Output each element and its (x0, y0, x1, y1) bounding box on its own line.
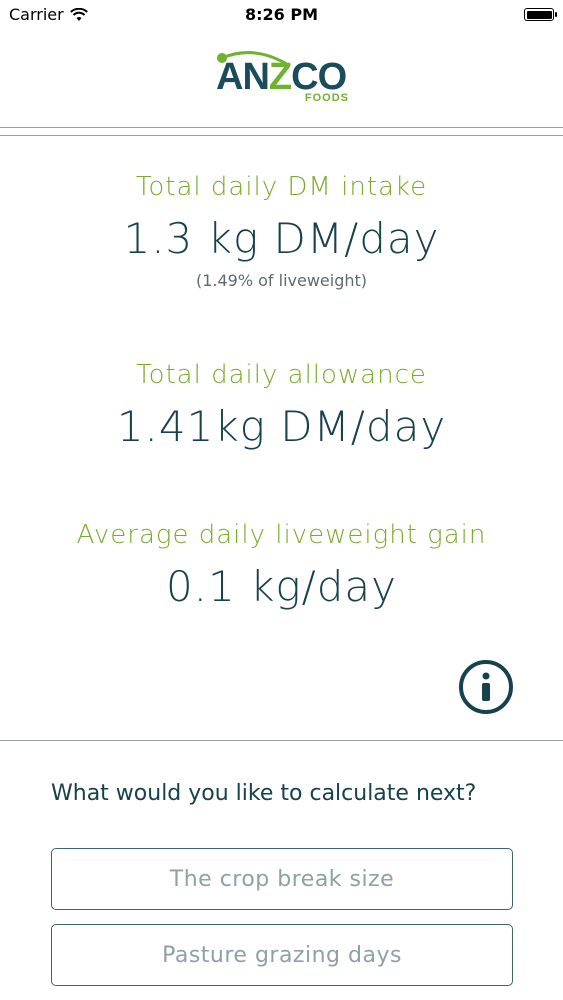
battery-icon (524, 8, 557, 21)
intake-note: (1.49% of liveweight) (195, 271, 368, 290)
gain-label: Average daily liveweight gain (76, 520, 487, 550)
gain-metric: Average daily liveweight gain 0.1 kg/day (0, 520, 563, 611)
allowance-label: Total daily allowance (136, 360, 427, 390)
status-bar: Carrier 8:26 PM (0, 0, 563, 30)
crop-break-size-label: The crop break size (169, 866, 395, 892)
logo-subtitle: FOODS (304, 92, 349, 104)
allowance-metric: Total daily allowance 1.41kg DM/day (0, 360, 563, 451)
intake-metric: Total daily DM intake 1.3 kg DM/day (1.4… (0, 172, 563, 290)
intake-label: Total daily DM intake (135, 172, 428, 202)
intake-value: 1.3 kg DM/day (123, 214, 440, 263)
pasture-grazing-days-label: Pasture grazing days (162, 942, 402, 968)
gain-value: 0.1 kg/day (165, 562, 398, 611)
pasture-grazing-days-button[interactable]: Pasture grazing days (51, 924, 513, 986)
crop-break-size-button[interactable]: The crop break size (51, 848, 513, 910)
info-icon (482, 672, 490, 701)
header-divider-top (0, 127, 563, 128)
anzco-logo: ANZCO FOODS (210, 48, 355, 108)
info-button[interactable] (459, 660, 513, 714)
header-divider-bottom (0, 135, 563, 136)
results-divider (0, 740, 563, 741)
clock: 8:26 PM (244, 5, 318, 24)
next-calculation-prompt: What would you like to calculate next? (51, 781, 477, 806)
allowance-value: 1.41kg DM/day (116, 402, 447, 451)
